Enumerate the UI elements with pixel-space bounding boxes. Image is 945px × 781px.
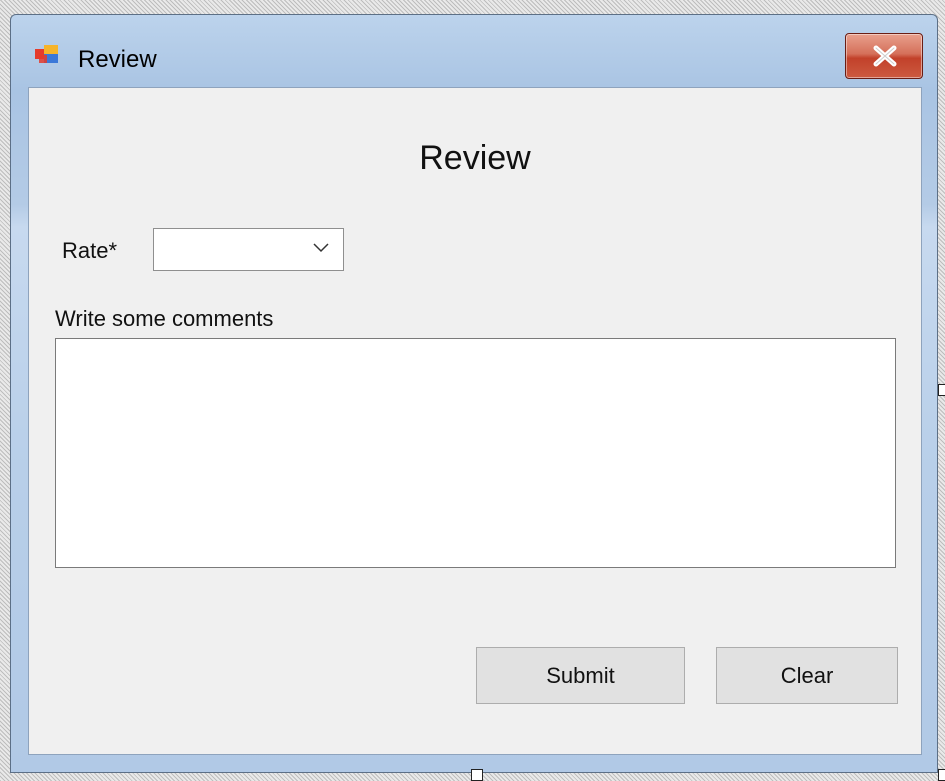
title-bar[interactable]: Review: [11, 15, 937, 87]
chevron-down-icon: [313, 243, 329, 253]
rate-label: Rate*: [62, 238, 118, 263]
window-title: Review: [78, 46, 157, 73]
resize-handle-right[interactable]: [938, 384, 945, 396]
comments-textarea[interactable]: [55, 338, 896, 568]
rate-dropdown[interactable]: [153, 228, 344, 271]
comments-label: Write some comments: [55, 306, 274, 331]
windows-form-icon: [35, 45, 61, 65]
clear-button[interactable]: Clear: [716, 647, 898, 704]
close-icon: [873, 45, 897, 67]
resize-handle-bottom[interactable]: [471, 769, 483, 781]
form-heading: Review: [419, 139, 531, 177]
review-window: Review Review Rate* Write some comments …: [10, 14, 938, 773]
designer-canvas: Review Review Rate* Write some comments …: [0, 0, 945, 781]
submit-button[interactable]: Submit: [476, 647, 685, 704]
resize-handle-corner[interactable]: [938, 769, 945, 781]
form-client-area: Review Rate* Write some comments Submit …: [28, 87, 922, 755]
close-button[interactable]: [845, 33, 923, 79]
